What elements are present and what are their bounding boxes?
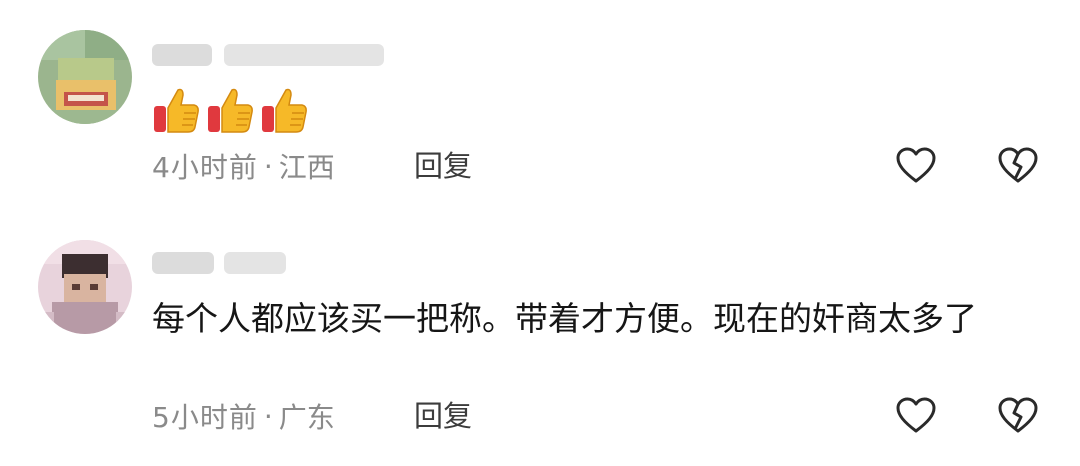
comment-body: 每个人都应该买一把称。带着才方便。现在的奸商太多了 xyxy=(152,299,977,338)
timestamp: 5小时前 xyxy=(152,401,258,434)
thumbs-up-emoji xyxy=(208,88,253,133)
separator-dot: · xyxy=(263,149,273,183)
timestamp: 4小时前 xyxy=(152,151,258,184)
location: 江西 xyxy=(278,151,335,184)
reply-button[interactable]: 回复 xyxy=(414,146,472,186)
emoji-row xyxy=(150,84,310,136)
avatar[interactable] xyxy=(38,240,132,334)
like-button[interactable] xyxy=(894,394,938,438)
thumbs-up-emoji xyxy=(262,88,307,133)
like-button[interactable] xyxy=(894,144,938,188)
broken-heart-outline-icon xyxy=(998,397,1038,433)
location: 广东 xyxy=(278,401,335,434)
dislike-button[interactable] xyxy=(996,394,1040,438)
comment-meta: 4小时前 · 江西 xyxy=(152,146,335,186)
username-blurred[interactable] xyxy=(152,40,384,70)
thumbs-up-emoji xyxy=(154,88,199,133)
dislike-button[interactable] xyxy=(996,144,1040,188)
username-blurred[interactable] xyxy=(152,248,286,278)
reply-button[interactable]: 回复 xyxy=(414,396,472,436)
comment-meta: 5小时前 · 广东 xyxy=(152,396,335,436)
comment-item: 4小时前 · 江西 回复 xyxy=(0,0,1080,210)
heart-outline-icon xyxy=(896,397,936,433)
heart-outline-icon xyxy=(896,147,936,183)
comment-item: 每个人都应该买一把称。带着才方便。现在的奸商太多了 5小时前 · 广东 回复 xyxy=(0,210,1080,466)
avatar[interactable] xyxy=(38,30,132,124)
separator-dot: · xyxy=(263,399,273,433)
broken-heart-outline-icon xyxy=(998,147,1038,183)
